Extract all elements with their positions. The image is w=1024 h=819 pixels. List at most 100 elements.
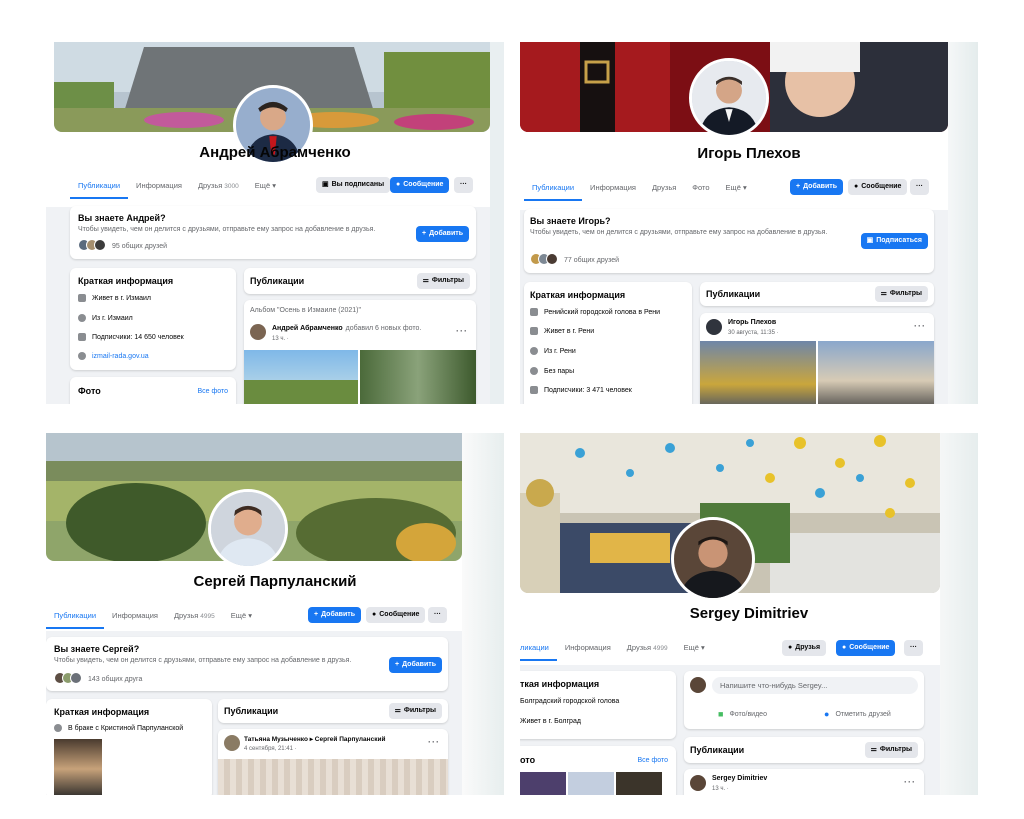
intro-featured-photo[interactable] bbox=[54, 739, 102, 795]
mutual-friends[interactable]: 143 общих друга bbox=[54, 672, 142, 686]
subscribed-button[interactable]: ▣ Вы подписаны bbox=[316, 177, 391, 193]
messenger-icon: ● bbox=[842, 644, 847, 651]
post-time[interactable]: 30 августа, 11:35 · bbox=[728, 329, 779, 338]
post-author[interactable]: Андрей Абрамченко bbox=[272, 325, 343, 332]
message-button[interactable]: ● Сообщение bbox=[366, 607, 426, 623]
post-author-avatar[interactable] bbox=[706, 319, 722, 335]
filters-button[interactable]: ⚌ Фильтры bbox=[864, 742, 918, 758]
post-time[interactable]: 13 ч. · bbox=[272, 335, 289, 344]
heart-icon bbox=[530, 367, 538, 375]
tab-more[interactable]: Ещё ▾ bbox=[223, 603, 260, 629]
post-photo-2[interactable] bbox=[818, 341, 934, 404]
add-friend-button[interactable]: + Добавить bbox=[790, 179, 843, 195]
all-photos-link[interactable]: Все фото bbox=[637, 756, 668, 765]
post-album[interactable]: Альбом "Осень в Измаиле (2021)" bbox=[250, 306, 361, 315]
post-photo-2[interactable] bbox=[360, 350, 476, 404]
photo-thumb-3[interactable] bbox=[616, 772, 662, 795]
profile-tabs: ликации Информация Друзья 4999 Ещё ▾ bbox=[520, 635, 713, 661]
message-button[interactable]: ● Сообщение bbox=[390, 177, 450, 193]
photo-video-button[interactable]: ■ Фото/видео bbox=[718, 709, 767, 719]
intro-lives: Живет в г. Рени bbox=[530, 327, 594, 335]
tab-publications[interactable]: Публикации bbox=[46, 603, 105, 629]
post-photo-1[interactable] bbox=[700, 341, 816, 404]
tab-friends[interactable]: Друзья 4995 bbox=[166, 603, 223, 629]
post-author[interactable]: Игорь Плехов bbox=[728, 319, 776, 326]
all-photos-link[interactable]: Все фото bbox=[197, 387, 228, 396]
tab-photos[interactable]: Фото bbox=[684, 175, 717, 201]
intro-website[interactable]: izmail-rada.gov.ua bbox=[78, 352, 149, 360]
more-button[interactable]: ··· bbox=[454, 177, 473, 193]
rss-icon bbox=[78, 333, 86, 341]
filters-button[interactable]: ⚌ Фильтры bbox=[416, 273, 470, 289]
intro-from-text: Из г. Измаил bbox=[92, 314, 133, 322]
post-author-avatar[interactable] bbox=[690, 775, 706, 791]
post-time[interactable]: 4 сентября, 21:41 · bbox=[244, 745, 297, 754]
intro-lives: Живет в г. Болград bbox=[520, 718, 581, 725]
friends-button[interactable]: ● Друзья bbox=[782, 640, 827, 656]
tag-friends-button[interactable]: ● Отметить друзей bbox=[824, 709, 891, 719]
tab-more[interactable]: Ещё ▾ bbox=[676, 635, 713, 661]
filters-button[interactable]: ⚌ Фильтры bbox=[874, 286, 928, 302]
post-menu-button[interactable]: ··· bbox=[904, 777, 916, 787]
intro-website-link[interactable]: izmail-rada.gov.ua bbox=[92, 353, 149, 360]
filter-icon: ⚌ bbox=[880, 290, 887, 297]
tab-friends[interactable]: Друзья 4999 bbox=[619, 635, 676, 661]
subscribe-label: Подписаться bbox=[876, 237, 922, 244]
photo-thumb-1[interactable] bbox=[520, 772, 566, 795]
add-friend-button-2[interactable]: + Добавить bbox=[389, 657, 442, 673]
tab-info[interactable]: Информация bbox=[128, 173, 190, 199]
publications-header-card: Публикации ⚌ Фильтры bbox=[218, 699, 448, 723]
post-author-avatar[interactable] bbox=[224, 735, 240, 751]
post-menu-button[interactable]: ··· bbox=[456, 326, 468, 336]
mutual-avatars bbox=[54, 672, 82, 686]
composer-input[interactable]: Напишите что-нибудь Sergey... bbox=[712, 677, 918, 694]
mutual-friends[interactable]: 95 общих друзей bbox=[78, 239, 167, 253]
tab-friends[interactable]: Друзья bbox=[644, 175, 684, 201]
subscribe-button[interactable]: ▣ Подписаться bbox=[860, 233, 928, 249]
tab-friends[interactable]: Друзья 3000 bbox=[190, 173, 247, 199]
profile-avatar[interactable] bbox=[208, 489, 288, 569]
message-button[interactable]: ● Сообщение bbox=[836, 640, 896, 656]
filters-label: Фильтры bbox=[403, 707, 436, 714]
post-header: Игорь Плехов bbox=[728, 319, 776, 326]
tab-publications[interactable]: Публикации bbox=[70, 173, 129, 199]
photo-thumb-2[interactable] bbox=[568, 772, 614, 795]
post-author[interactable]: Татьяна Музыченко ▸ Сергей Парпуланский bbox=[244, 735, 385, 743]
friends-label: Друзья bbox=[795, 644, 821, 651]
profile-avatar[interactable] bbox=[689, 58, 769, 138]
know-card: Вы знаете Сергей? Чтобы увидеть, чем он … bbox=[46, 637, 448, 691]
profile-panel-abramchenko: Андрей Абрамченко Публикации Информация … bbox=[46, 42, 504, 404]
post-photo-1[interactable] bbox=[244, 350, 358, 404]
tab-info[interactable]: Информация bbox=[104, 603, 166, 629]
intro-from-text: Из г. Рени bbox=[544, 347, 576, 355]
rss-icon: ▣ bbox=[866, 237, 874, 244]
tab-more[interactable]: Ещё ▾ bbox=[247, 173, 284, 199]
filter-icon: ⚌ bbox=[422, 277, 429, 284]
more-button[interactable]: ··· bbox=[428, 607, 447, 623]
more-button[interactable]: ··· bbox=[910, 179, 929, 195]
more-button[interactable]: ··· bbox=[904, 640, 923, 656]
tab-publications[interactable]: ликации bbox=[520, 635, 557, 661]
filters-label: Фильтры bbox=[431, 277, 464, 284]
post-photo[interactable] bbox=[218, 759, 448, 795]
post-author[interactable]: Sergey Dimitriev bbox=[712, 775, 767, 782]
add-friend-button[interactable]: + Добавить bbox=[308, 607, 361, 623]
tab-info[interactable]: Информация bbox=[557, 635, 619, 661]
post-author-avatar[interactable] bbox=[250, 324, 266, 340]
tag-user-icon: ● bbox=[824, 709, 830, 719]
post-menu-button[interactable]: ··· bbox=[428, 737, 440, 747]
profile-avatar[interactable] bbox=[671, 517, 755, 601]
tab-publications[interactable]: Публикации bbox=[524, 175, 583, 201]
tab-info[interactable]: Информация bbox=[582, 175, 644, 201]
mutual-friends[interactable]: 77 общих друзей bbox=[530, 253, 619, 267]
message-button[interactable]: ● Сообщение bbox=[848, 179, 908, 195]
add-friend-button[interactable]: + Добавить bbox=[416, 226, 469, 242]
tab-more[interactable]: Ещё ▾ bbox=[718, 175, 755, 201]
add-label: Добавить bbox=[429, 230, 463, 237]
filters-button[interactable]: ⚌ Фильтры bbox=[388, 703, 442, 719]
know-subtitle: Чтобы увидеть, чем он делится с друзьями… bbox=[78, 226, 376, 233]
post-menu-button[interactable]: ··· bbox=[914, 321, 926, 331]
profile-panel-plekhov: Игорь Плехов Публикации Информация Друзь… bbox=[520, 42, 978, 404]
post-time[interactable]: 13 ч. · bbox=[712, 785, 729, 794]
message-label: Сообщение bbox=[379, 611, 420, 618]
